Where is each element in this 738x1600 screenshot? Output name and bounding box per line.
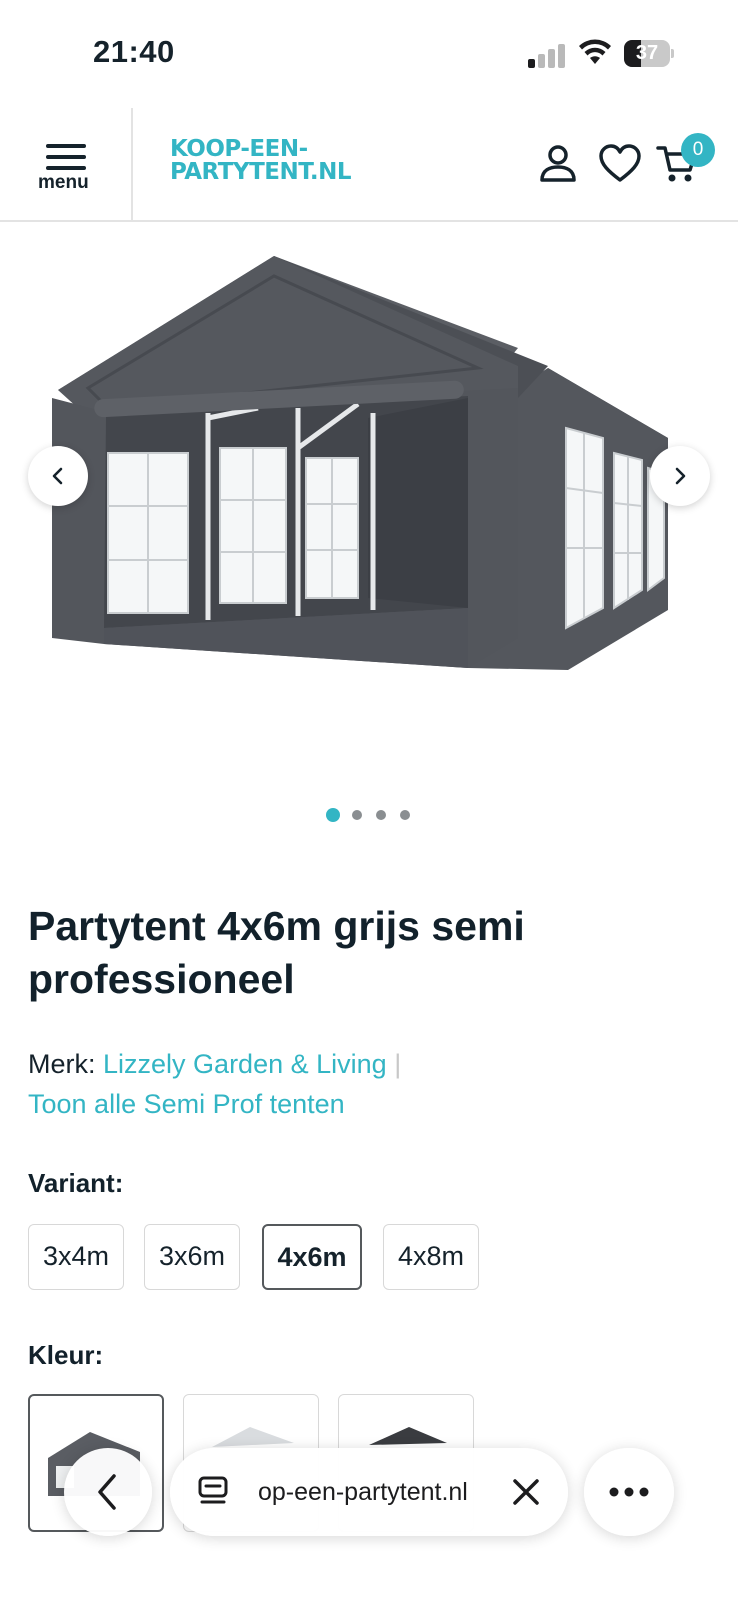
pagination-dot[interactable] — [376, 810, 386, 820]
tabs-icon[interactable] — [198, 1476, 228, 1508]
header-divider — [131, 108, 133, 220]
brand-label: Merk: — [28, 1049, 96, 1079]
heart-icon[interactable] — [598, 142, 642, 186]
user-icon[interactable] — [536, 142, 580, 186]
menu-button[interactable]: menu — [28, 108, 132, 220]
gallery-next-button[interactable] — [650, 446, 710, 506]
pagination-dot[interactable] — [352, 810, 362, 820]
logo-line-2: PARTYTENT.NL — [170, 159, 352, 185]
brand-link[interactable]: Lizzely Garden & Living — [103, 1049, 387, 1079]
brand-line: Merk: Lizzely Garden & Living | — [28, 1044, 401, 1084]
variant-option[interactable]: 4x8m — [383, 1224, 479, 1290]
browser-back-button[interactable] — [64, 1448, 152, 1536]
product-title: Partytent 4x6m grijs semi professioneel — [28, 903, 525, 1002]
gallery-pagination — [326, 808, 416, 822]
pagination-dot-active[interactable] — [326, 808, 340, 822]
all-semi-prof-tents-link[interactable]: Toon alle Semi Prof tenten — [28, 1084, 345, 1124]
chevron-left-icon — [52, 467, 63, 485]
browser-address-bar[interactable]: op-een-partytent.nl — [170, 1448, 568, 1536]
chevron-right-icon — [675, 467, 686, 485]
variant-option-selected[interactable]: 4x6m — [262, 1224, 362, 1290]
variant-option[interactable]: 3x4m — [28, 1224, 124, 1290]
product-image — [52, 256, 668, 670]
status-bar: 21:40 37 — [0, 0, 738, 100]
battery-percent: 37 — [635, 42, 659, 64]
browser-more-button[interactable] — [584, 1448, 674, 1536]
close-icon[interactable] — [510, 1476, 542, 1508]
product-image-gallery[interactable] — [0, 224, 738, 784]
more-icon — [609, 1487, 649, 1497]
gallery-prev-button[interactable] — [28, 446, 88, 506]
color-label: Kleur: — [28, 1340, 104, 1370]
back-icon — [98, 1474, 116, 1510]
wifi-icon — [579, 39, 611, 64]
status-time: 21:40 — [93, 34, 175, 69]
brand-separator: | — [394, 1049, 402, 1079]
logo-line-1: KOOP-EEN- — [170, 136, 308, 162]
site-header: menu KOOP-EEN- PARTYTENT.NL — [0, 108, 738, 222]
pagination-dot[interactable] — [400, 810, 410, 820]
url-text[interactable]: op-een-partytent.nl — [258, 1474, 488, 1510]
signal-icon — [528, 42, 568, 68]
menu-label: menu — [38, 172, 89, 193]
variant-option[interactable]: 3x6m — [144, 1224, 240, 1290]
site-logo[interactable]: KOOP-EEN- PARTYTENT.NL — [170, 138, 370, 184]
battery-indicator: 37 — [624, 40, 674, 67]
variant-label: Variant: — [28, 1168, 124, 1198]
menu-icon — [46, 144, 86, 170]
cart-count-badge-display[interactable]: 0 — [681, 133, 715, 167]
